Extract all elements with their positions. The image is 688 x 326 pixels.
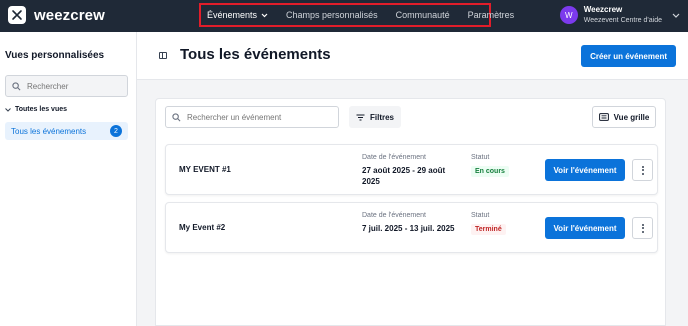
- event-date: 7 juil. 2025 - 13 juil. 2025: [362, 224, 455, 233]
- more-options-icon[interactable]: [632, 159, 653, 181]
- nav-item-parametres[interactable]: Paramètres: [468, 10, 515, 20]
- app-logo[interactable]: weezcrew: [8, 6, 105, 24]
- filters-button[interactable]: Filtres: [349, 106, 401, 128]
- nav-item-champs-personnalises[interactable]: Champs personnalisés: [286, 10, 378, 20]
- sidebar: Vues personnalisées Toutes les vues Tous…: [0, 32, 137, 326]
- status-badge: Terminé: [471, 224, 506, 235]
- filter-icon: [356, 113, 365, 121]
- event-status-label: Statut: [471, 154, 490, 161]
- nav-item-label: Champs personnalisés: [286, 10, 378, 20]
- view-event-button[interactable]: Voir l'événement: [545, 159, 625, 181]
- sidebar-item-tous-les-evenements[interactable]: Tous les événements 2: [5, 122, 128, 140]
- weezcrew-logo-icon: [8, 6, 26, 24]
- nav-item-label: Paramètres: [467, 10, 515, 20]
- avatar: W: [559, 6, 578, 24]
- top-navigation-bar: weezcrew Événements Champs personnalisés…: [0, 0, 688, 32]
- create-event-button[interactable]: Créer un événement: [581, 45, 676, 67]
- event-search-input[interactable]: [187, 112, 337, 122]
- chevron-down-icon: [672, 13, 680, 18]
- search-icon: [12, 81, 21, 90]
- view-event-button[interactable]: Voir l'événement: [545, 217, 625, 239]
- chevron-down-icon: [261, 13, 268, 17]
- sidebar-item-label: Tous les événements: [11, 126, 87, 136]
- page-title: Tous les événements: [180, 46, 331, 63]
- main-nav: Événements Champs personnalisés Communau…: [199, 3, 514, 27]
- event-card: MY EVENT #1 Date de l'événement 27 août …: [165, 144, 658, 195]
- sidebar-group-label: Toutes les vues: [15, 106, 68, 113]
- sidebar-title: Vues personnalisées: [5, 50, 105, 61]
- event-date-label: Date de l'événement: [362, 154, 426, 161]
- event-search[interactable]: [165, 106, 339, 128]
- user-info: Weezcrew Weezevent Centre d'aide: [584, 4, 662, 26]
- chevron-down-icon: [5, 107, 11, 112]
- nav-item-label: Communauté: [395, 10, 450, 20]
- nav-item-evenements[interactable]: Événements: [207, 10, 268, 20]
- more-options-icon[interactable]: [632, 217, 653, 239]
- page-header: Tous les événements Créer un événement: [137, 32, 688, 80]
- user-menu[interactable]: W Weezcrew Weezevent Centre d'aide: [559, 4, 680, 26]
- event-name: MY EVENT #1: [179, 165, 231, 174]
- user-name: Weezcrew: [583, 5, 623, 14]
- sidebar-search[interactable]: [5, 75, 128, 97]
- event-card: My Event #2 Date de l'événement 7 juil. …: [165, 202, 658, 253]
- list-view-icon: [598, 113, 609, 121]
- nav-item-communaute[interactable]: Communauté: [396, 10, 450, 20]
- app-name: weezcrew: [34, 6, 105, 24]
- sidebar-search-input[interactable]: [27, 81, 127, 91]
- search-icon: [172, 112, 181, 121]
- grid-view-label: Vue grille: [613, 112, 650, 122]
- status-badge: En cours: [471, 166, 509, 177]
- count-badge: 2: [110, 125, 122, 137]
- event-status-label: Statut: [471, 212, 490, 219]
- sidebar-group-toggle[interactable]: Toutes les vues: [5, 106, 67, 113]
- nav-item-label: Événements: [207, 10, 258, 20]
- events-panel: Filtres Vue grille MY EVENT #1 Date de l…: [155, 98, 666, 326]
- grid-view-button[interactable]: Vue grille: [592, 106, 656, 128]
- filters-label: Filtres: [369, 112, 394, 122]
- event-name: My Event #2: [179, 223, 226, 232]
- user-subtitle: Weezevent Centre d'aide: [583, 17, 662, 24]
- event-date-label: Date de l'événement: [362, 212, 426, 219]
- event-date: 27 août 2025 - 29 août 2025: [362, 166, 446, 186]
- sidebar-toggle-icon[interactable]: [159, 52, 167, 59]
